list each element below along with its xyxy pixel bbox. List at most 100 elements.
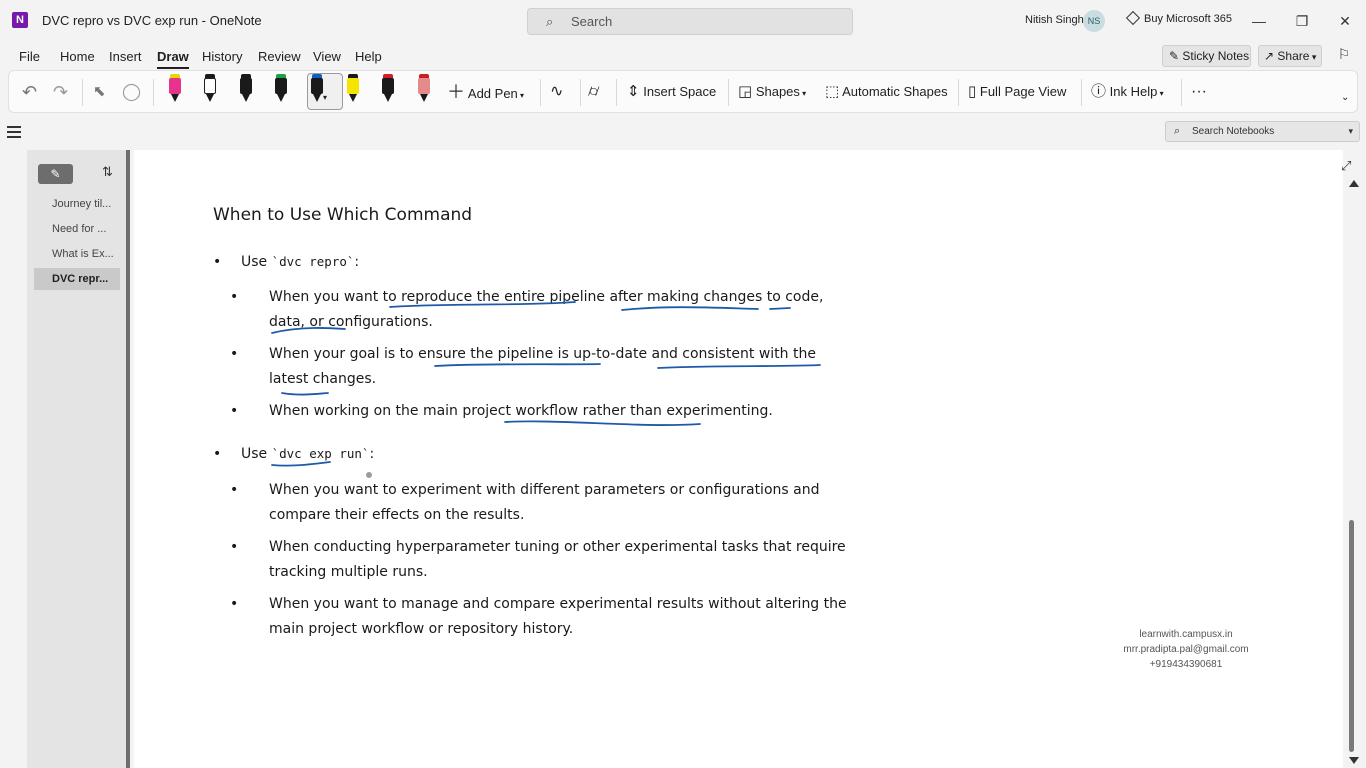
tab-history[interactable]: History xyxy=(202,49,242,64)
sticky-notes-label: Sticky Notes xyxy=(1182,49,1250,63)
scroll-thumb[interactable] xyxy=(1349,520,1354,752)
pen-body xyxy=(382,78,394,94)
search-notebooks-placeholder: Search Notebooks xyxy=(1192,126,1275,137)
buy-microsoft-365-button[interactable]: Buy Microsoft 365 xyxy=(1125,10,1232,26)
pen-body xyxy=(347,78,359,94)
ink-help-button[interactable]: ⓘ Ink Help ▾ xyxy=(1091,79,1164,105)
page-item[interactable]: What is Ex... xyxy=(34,243,120,265)
automatic-shapes-icon: ⬚ xyxy=(825,83,840,100)
ribbon-separator xyxy=(958,79,959,106)
chevron-down-icon: ▾ xyxy=(517,91,525,100)
pen-body xyxy=(418,78,430,94)
more-options-icon[interactable]: ··· xyxy=(1191,79,1207,105)
pen-3-icon[interactable] xyxy=(237,74,255,104)
diamond-icon xyxy=(1125,10,1141,26)
redo-icon[interactable]: ↷ xyxy=(53,79,68,105)
window-title: DVC repro vs DVC exp run - OneNote xyxy=(42,13,262,28)
list-item-text: When your goal is to ensure the pipeline… xyxy=(269,346,816,387)
scroll-down-icon[interactable] xyxy=(1349,757,1359,764)
title-bar: N DVC repro vs DVC exp run - OneNote ⌕ S… xyxy=(0,0,1366,42)
list-item-text: When you want to experiment with differe… xyxy=(269,482,820,523)
list-item: When your goal is to ensure the pipeline… xyxy=(230,342,848,392)
tab-home[interactable]: Home xyxy=(60,49,95,64)
page-item[interactable]: Need for ... xyxy=(34,218,120,240)
feedback-icon[interactable]: ⚐ xyxy=(1334,46,1354,66)
add-pen-button[interactable]: ＋ Add Pen ▾ xyxy=(447,79,524,105)
shapes-label: Shapes xyxy=(755,84,800,99)
pen-8-icon[interactable] xyxy=(415,74,433,104)
list-item: When you want to manage and compare expe… xyxy=(230,592,848,642)
full-page-view-icon: ▯ xyxy=(968,83,977,100)
share-label: Share xyxy=(1277,49,1310,63)
pen-6-icon[interactable] xyxy=(344,74,362,104)
ribbon-separator xyxy=(580,79,581,106)
chevron-down-icon: ▾ xyxy=(1309,52,1317,62)
section-label: Use `dvc repro`: xyxy=(241,254,359,270)
ribbon-separator xyxy=(1181,79,1182,106)
tab-review[interactable]: Review xyxy=(258,49,301,64)
pen-options-chevron-icon[interactable]: ▾ xyxy=(323,93,327,103)
list-item-text: When working on the main project workflo… xyxy=(269,403,773,419)
collapse-ribbon-chevron-icon[interactable]: ⌄ xyxy=(1341,85,1349,111)
automatic-shapes-label: Automatic Shapes xyxy=(842,84,948,99)
draw-ribbon: ↶ ↷ ⬉ ◯ ▾ ＋ Add Pen ▾ ∿ ⌭ ⇕ Insert Space… xyxy=(8,70,1358,113)
command-code: `dvc exp run` xyxy=(271,446,370,461)
insert-space-button[interactable]: ⇕ Insert Space xyxy=(627,79,716,105)
search-notebooks-input[interactable]: ⌕ Search Notebooks ▾ xyxy=(1165,121,1360,142)
note-heading: When to Use Which Command xyxy=(213,205,473,225)
pen-tip xyxy=(242,94,250,102)
search-input[interactable]: ⌕ Search xyxy=(527,8,853,35)
pen-2-icon[interactable] xyxy=(201,74,219,104)
minimize-button[interactable]: — xyxy=(1245,8,1273,34)
scroll-up-icon[interactable] xyxy=(1349,180,1359,187)
watermark-line: mrr.pradipta.pal@gmail.com xyxy=(1123,644,1249,655)
pen-body xyxy=(275,78,287,94)
command-code: `dvc repro` xyxy=(271,254,355,269)
ink-to-shape-icon[interactable]: ∿ xyxy=(550,79,563,105)
ruler-icon[interactable]: ⌭ xyxy=(588,79,599,105)
ribbon-separator xyxy=(540,79,541,106)
tab-insert[interactable]: Insert xyxy=(109,49,142,64)
list-item: When you want to reproduce the entire pi… xyxy=(230,285,848,335)
vertical-scrollbar[interactable] xyxy=(1346,180,1359,768)
lasso-select-icon[interactable]: ⬉ xyxy=(93,79,106,105)
tab-draw[interactable]: Draw xyxy=(157,49,189,69)
sort-pages-icon[interactable]: ⇅ xyxy=(102,164,113,180)
page-item-selected[interactable]: DVC repr... xyxy=(34,268,120,290)
pen-tip xyxy=(206,94,214,102)
pen-body xyxy=(240,78,252,94)
expand-icon[interactable]: ⤢ xyxy=(1341,158,1351,174)
undo-icon[interactable]: ↶ xyxy=(22,79,37,105)
full-page-view-label: Full Page View xyxy=(979,84,1067,99)
pen-tip xyxy=(384,94,392,102)
eraser-icon[interactable]: ◯ xyxy=(122,79,141,105)
insert-space-icon: ⇕ xyxy=(627,83,640,100)
pen-4-icon[interactable] xyxy=(272,74,290,104)
page-item[interactable]: Journey til... xyxy=(34,193,120,215)
tab-file[interactable]: File xyxy=(19,49,40,64)
ribbon-separator xyxy=(728,79,729,106)
avatar[interactable]: NS xyxy=(1083,10,1105,32)
watermark-line: +919434390681 xyxy=(1149,659,1223,670)
user-name[interactable]: Nitish Singh xyxy=(1025,14,1084,26)
section-suffix: : xyxy=(369,446,375,462)
share-button[interactable]: ↗ Share ▾ xyxy=(1258,45,1322,67)
add-page-button[interactable]: ✎ xyxy=(38,164,73,184)
share-icon: ↗ xyxy=(1264,49,1278,63)
pen-tip xyxy=(171,94,179,102)
restore-button[interactable]: ❐ xyxy=(1288,8,1316,34)
list-item: Use `dvc repro`: xyxy=(213,254,359,270)
sticky-notes-button[interactable]: ✎ Sticky Notes xyxy=(1162,45,1251,67)
pen-7-icon[interactable] xyxy=(379,74,397,104)
automatic-shapes-button[interactable]: ⬚ Automatic Shapes xyxy=(825,79,948,105)
full-page-view-button[interactable]: ▯ Full Page View xyxy=(968,79,1066,105)
close-button[interactable]: ✕ xyxy=(1331,8,1359,34)
shapes-button[interactable]: ◲ Shapes ▾ xyxy=(738,79,806,105)
tab-view[interactable]: View xyxy=(313,49,341,64)
tab-help[interactable]: Help xyxy=(355,49,382,64)
navigation-menu-icon[interactable] xyxy=(7,126,21,138)
ink-help-label: Ink Help xyxy=(1109,84,1158,99)
ribbon-separator xyxy=(616,79,617,106)
pen-1-icon[interactable] xyxy=(166,74,184,104)
search-placeholder: Search xyxy=(571,14,613,29)
